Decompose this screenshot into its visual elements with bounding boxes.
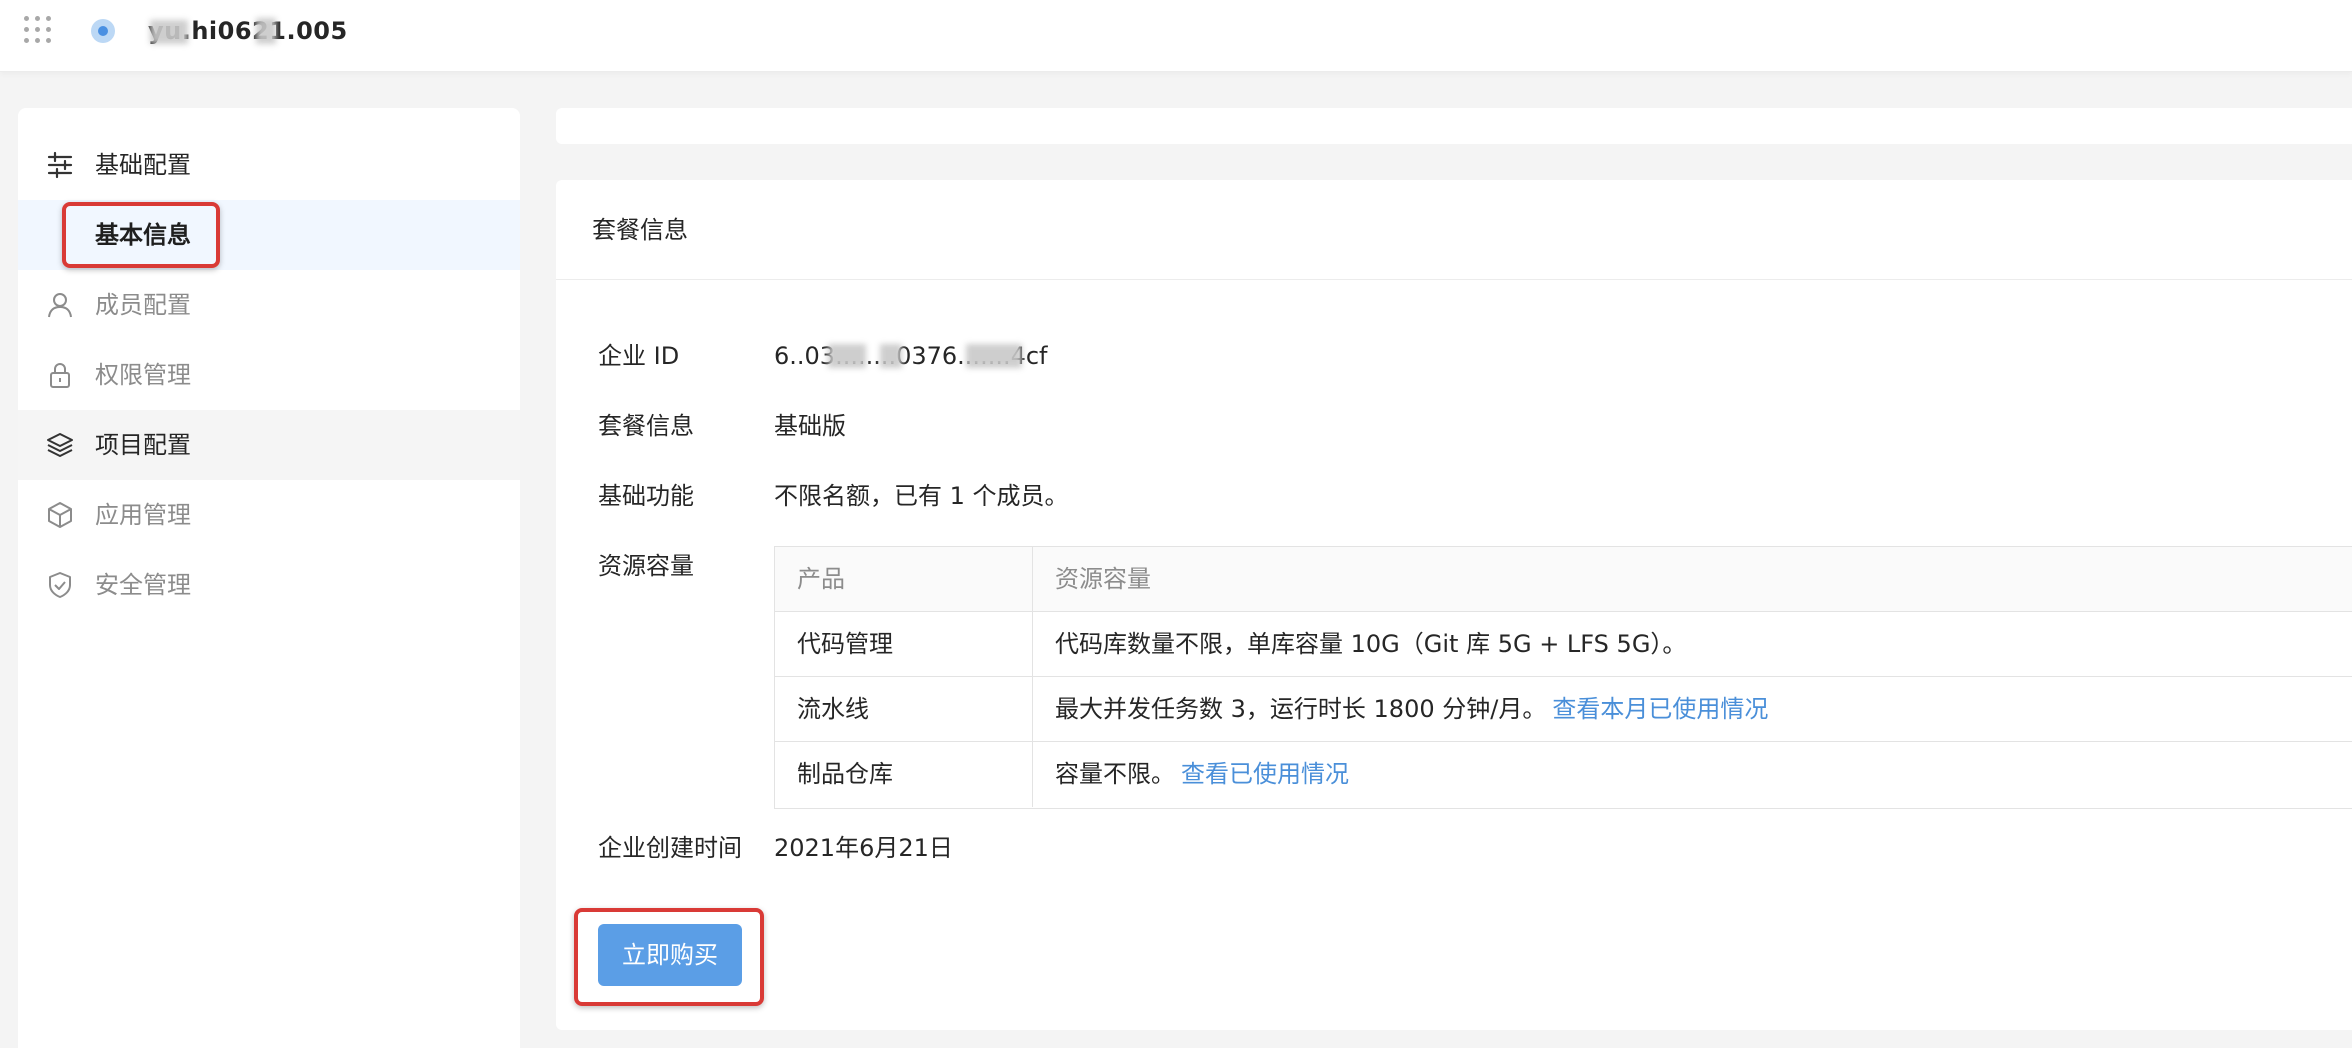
table-header-product: 产品 bbox=[775, 547, 1033, 611]
lock-icon bbox=[50, 363, 70, 388]
buy-now-button[interactable]: 立即购买 bbox=[598, 924, 742, 986]
created-time-value: 2021年6月21日 bbox=[774, 834, 953, 862]
view-monthly-usage-link[interactable]: 查看本月已使用情况 bbox=[1552, 695, 1768, 723]
sidebar-item-label: 权限管理 bbox=[95, 361, 191, 389]
plan-value: 基础版 bbox=[774, 412, 846, 440]
sliders-icon bbox=[47, 151, 73, 179]
table-cell-product: 制品仓库 bbox=[775, 742, 1033, 807]
user-icon bbox=[48, 293, 72, 318]
sidebar-item-label: 成员配置 bbox=[95, 291, 191, 319]
capacity-text: 容量不限。 bbox=[1055, 760, 1175, 788]
view-usage-link[interactable]: 查看已使用情况 bbox=[1181, 760, 1349, 788]
table-header-capacity: 资源容量 bbox=[1055, 565, 1151, 593]
card-header: 套餐信息 bbox=[556, 180, 2352, 280]
sidebar-item-basic-info[interactable]: 基本信息 bbox=[18, 200, 520, 270]
cube-icon bbox=[48, 502, 72, 528]
sidebar-item-label: 基础配置 bbox=[95, 151, 191, 179]
table-cell-capacity: 代码库数量不限，单库容量 10G（Git 库 5G + LFS 5G）。 bbox=[1033, 612, 2352, 676]
top-bar: yu.hi0621.005 bbox=[0, 0, 2352, 72]
capacity-text: 最大并发任务数 3，运行时长 1800 分钟/月。 bbox=[1055, 695, 1547, 723]
table-cell-product: 代码管理 bbox=[775, 612, 1033, 676]
sidebar-item-permissions[interactable]: 权限管理 bbox=[18, 340, 520, 410]
basic-features-label: 基础功能 bbox=[598, 482, 694, 510]
basic-features-value: 不限名额，已有 1 个成员。 bbox=[774, 482, 1069, 510]
sidebar-item-label: 基本信息 bbox=[95, 221, 191, 249]
layers-icon bbox=[47, 433, 73, 457]
table-cell-product: 流水线 bbox=[775, 677, 1033, 741]
top-panel-strip bbox=[556, 108, 2352, 144]
table-cell-capacity: 最大并发任务数 3，运行时长 1800 分钟/月。 查看本月已使用情况 bbox=[1033, 677, 2352, 741]
enterprise-id-label: 企业 ID bbox=[598, 342, 680, 370]
apps-grid-icon[interactable] bbox=[24, 16, 51, 43]
redaction-mask bbox=[828, 344, 866, 368]
plan-info-card: 套餐信息 企业 ID 6..03........0376.......4cf 套… bbox=[556, 180, 2352, 1030]
table-row: 代码管理 代码库数量不限，单库容量 10G（Git 库 5G + LFS 5G）… bbox=[775, 612, 2352, 677]
redaction-mask bbox=[966, 344, 1022, 368]
redaction-mask bbox=[880, 344, 902, 368]
sidebar-item-member-config[interactable]: 成员配置 bbox=[18, 270, 520, 340]
sidebar-item-security[interactable]: 安全管理 bbox=[18, 550, 520, 620]
table-row: 制品仓库 容量不限。 查看已使用情况 bbox=[775, 742, 2352, 807]
redaction-mask bbox=[150, 20, 188, 44]
sidebar-item-app-management[interactable]: 应用管理 bbox=[18, 480, 520, 550]
capacity-text: 代码库数量不限，单库容量 10G（Git 库 5G + LFS 5G）。 bbox=[1055, 630, 1687, 658]
shield-check-icon bbox=[49, 572, 71, 598]
sidebar-group-project-config[interactable]: 项目配置 bbox=[18, 410, 520, 480]
sidebar-group-basic-config[interactable]: 基础配置 bbox=[18, 130, 520, 200]
settings-sidebar: 基础配置 基本信息 成员配置 权限管理 项目配置 应用管理 安全管理 bbox=[18, 108, 520, 1048]
org-logo bbox=[91, 19, 115, 43]
resource-capacity-label: 资源容量 bbox=[598, 552, 694, 580]
table-row: 流水线 最大并发任务数 3，运行时长 1800 分钟/月。 查看本月已使用情况 bbox=[775, 677, 2352, 742]
created-time-label: 企业创建时间 bbox=[598, 834, 742, 862]
redaction-mask bbox=[256, 18, 276, 44]
sidebar-item-label: 项目配置 bbox=[95, 431, 191, 459]
plan-label: 套餐信息 bbox=[598, 412, 694, 440]
card-title: 套餐信息 bbox=[592, 216, 688, 244]
table-header-row: 产品 资源容量 bbox=[775, 547, 2352, 612]
sidebar-item-label: 安全管理 bbox=[95, 571, 191, 599]
sidebar-item-label: 应用管理 bbox=[95, 501, 191, 529]
table-cell-capacity: 容量不限。 查看已使用情况 bbox=[1033, 742, 2352, 807]
resource-table: 产品 资源容量 代码管理 代码库数量不限，单库容量 10G（Git 库 5G +… bbox=[774, 546, 2352, 809]
